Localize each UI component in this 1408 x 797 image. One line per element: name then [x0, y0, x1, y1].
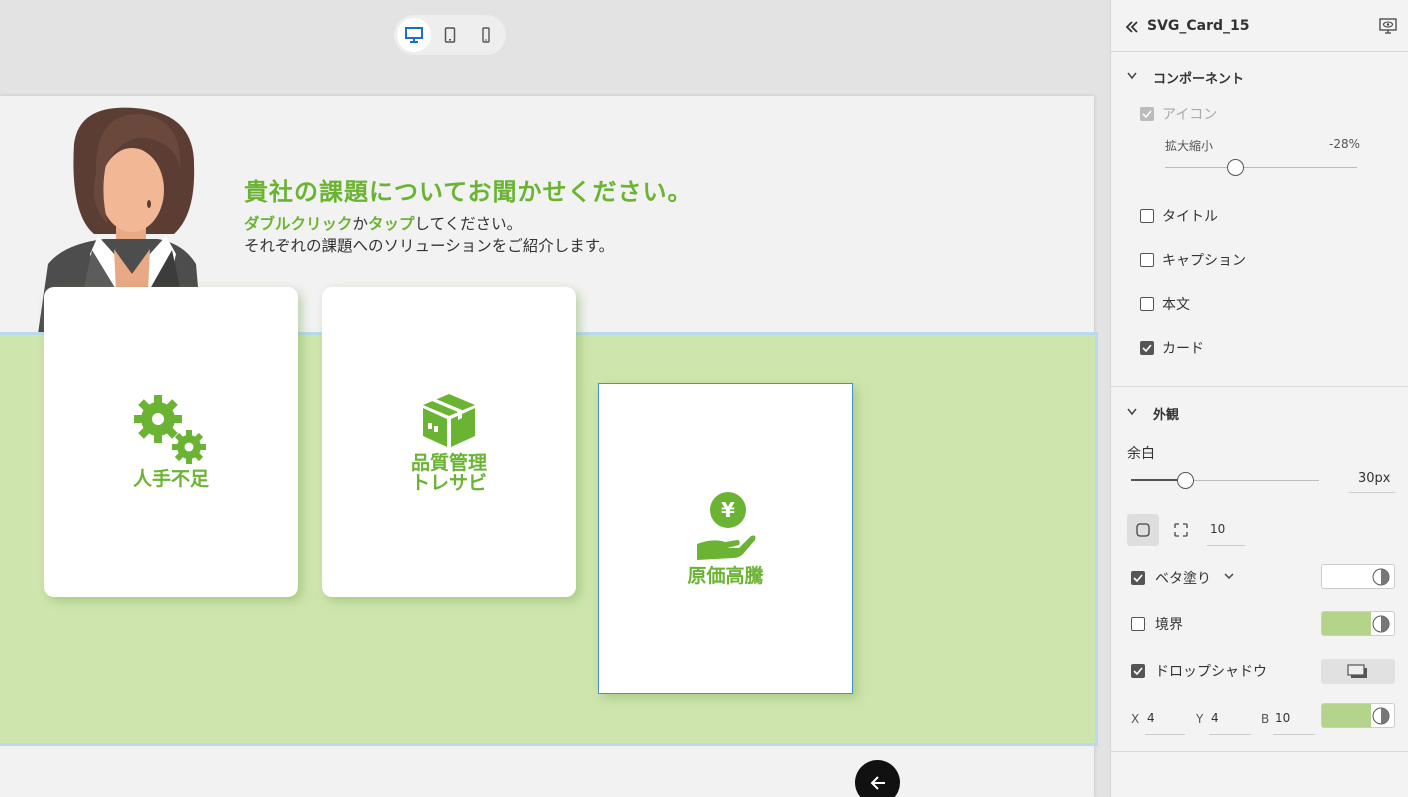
- chevron-down-icon[interactable]: [1127, 408, 1137, 416]
- double-click-text: ダブルクリック: [244, 215, 353, 233]
- icon-checkbox[interactable]: [1140, 107, 1154, 121]
- shadow-style-button[interactable]: [1321, 659, 1395, 684]
- card-label: 人手不足: [133, 469, 209, 489]
- shadow-blur-underline: [1273, 734, 1315, 735]
- border-checkbox[interactable]: [1131, 617, 1145, 631]
- card-label: 品質管理 トレサビ: [411, 453, 487, 493]
- card-label-line: トレサビ: [410, 472, 487, 494]
- shadow-y-underline: [1209, 734, 1251, 735]
- page-heading: 貴社の課題についてお聞かせください。: [244, 178, 693, 206]
- properties-panel: SVG_Card_15 コンポーネント アイコン 拡大縮小 -28% タイトル …: [1110, 0, 1408, 797]
- caption-checkbox[interactable]: [1140, 253, 1154, 267]
- card-label-line: 品質管理: [410, 452, 487, 474]
- desktop-view-button[interactable]: [397, 18, 431, 52]
- check-icon: [1142, 110, 1152, 118]
- collapse-double-chevron-icon[interactable]: [1125, 21, 1139, 33]
- desktop-icon: [405, 27, 423, 43]
- body-label: 本文: [1162, 297, 1190, 313]
- radius-underline: [1207, 545, 1245, 546]
- components-section-title[interactable]: コンポーネント: [1153, 68, 1244, 87]
- fill-label: ベタ塗り: [1155, 571, 1211, 587]
- shadow-color: [1322, 704, 1371, 727]
- margin-slider-knob[interactable]: [1177, 472, 1194, 489]
- card-label-line: 人手不足: [132, 468, 209, 490]
- mobile-view-button[interactable]: [469, 18, 503, 52]
- card-quality-traceability[interactable]: 品質管理 トレサビ: [322, 287, 576, 597]
- shadow-x-label: X: [1131, 712, 1140, 726]
- tablet-icon: [444, 27, 456, 43]
- mobile-icon: [482, 27, 490, 43]
- margin-value-underline: [1349, 492, 1395, 493]
- individual-corner-button[interactable]: [1165, 514, 1197, 546]
- or-text: か: [352, 215, 369, 233]
- shadow-blur-label: B: [1261, 712, 1270, 726]
- color-picker-icon: [1372, 568, 1390, 586]
- shadow-y-label: Y: [1196, 712, 1204, 726]
- shadow-box-icon: [1347, 663, 1367, 678]
- scale-slider-track[interactable]: [1165, 167, 1357, 168]
- scale-value: -28%: [1329, 137, 1361, 151]
- tap-text: タップ: [368, 215, 415, 233]
- arrow-left-icon: [870, 775, 885, 790]
- editor-canvas: 貴社の課題についてお聞かせください。 ダブルクリックかタップしてください。 それ…: [0, 0, 1110, 797]
- box-icon: [423, 394, 475, 447]
- shadow-y-value[interactable]: 4: [1211, 711, 1219, 725]
- border-color: [1322, 612, 1371, 635]
- tablet-view-button[interactable]: [433, 18, 467, 52]
- body-checkbox[interactable]: [1140, 297, 1154, 311]
- card-labor-shortage[interactable]: 人手不足: [44, 287, 298, 597]
- card-label: カード: [1162, 341, 1204, 357]
- shadow-x-underline: [1145, 734, 1185, 735]
- please-text: してください。: [414, 215, 523, 233]
- corners-icon: [1174, 523, 1188, 537]
- border-color-swatch[interactable]: [1321, 611, 1395, 636]
- icon-label: アイコン: [1162, 107, 1218, 123]
- scale-label: 拡大縮小: [1165, 139, 1214, 153]
- shadow-x-value[interactable]: 4: [1147, 711, 1155, 725]
- border-label: 境界: [1155, 617, 1183, 633]
- color-picker-icon: [1372, 707, 1390, 725]
- back-button[interactable]: [855, 760, 900, 797]
- appearance-section-title[interactable]: 外観: [1153, 404, 1179, 423]
- drop-shadow-checkbox[interactable]: [1131, 664, 1145, 678]
- rounded-square-icon: [1136, 523, 1150, 537]
- svg-text:¥: ¥: [721, 498, 735, 522]
- preview-icon[interactable]: [1379, 18, 1397, 35]
- card-checkbox[interactable]: [1140, 341, 1154, 355]
- margin-value[interactable]: 30px: [1358, 471, 1391, 486]
- fill-color-swatch[interactable]: [1321, 564, 1395, 589]
- shadow-blur-value[interactable]: 10: [1275, 711, 1290, 725]
- rounded-corner-button[interactable]: [1127, 514, 1159, 546]
- yen-hand-icon: ¥: [696, 491, 755, 560]
- panel-title: SVG_Card_15: [1147, 18, 1250, 34]
- chevron-down-icon[interactable]: [1127, 72, 1137, 80]
- title-label: タイトル: [1162, 209, 1218, 225]
- margin-label: 余白: [1127, 446, 1155, 462]
- card-label-line: 原価高騰: [687, 564, 764, 587]
- fill-color: [1322, 565, 1371, 588]
- scale-slider-knob[interactable]: [1227, 159, 1244, 176]
- check-icon: [1142, 344, 1152, 352]
- fill-checkbox[interactable]: [1131, 571, 1145, 585]
- corner-radius-value[interactable]: 10: [1210, 522, 1225, 536]
- drop-shadow-label: ドロップシャドウ: [1155, 664, 1267, 680]
- section-divider: [1111, 386, 1408, 387]
- check-icon: [1133, 574, 1143, 582]
- panel-header: SVG_Card_15: [1111, 0, 1408, 52]
- instruction-line-1: ダブルクリックかタップしてください。: [244, 212, 522, 234]
- caption-label: キャプション: [1162, 253, 1246, 269]
- gears-icon: [134, 395, 206, 464]
- instruction-line-2: それぞれの課題へのソリューションをご紹介します。: [244, 237, 615, 255]
- color-picker-icon: [1372, 615, 1390, 633]
- check-icon: [1133, 667, 1143, 675]
- chevron-down-icon[interactable]: [1224, 573, 1234, 580]
- title-checkbox[interactable]: [1140, 209, 1154, 223]
- shadow-color-swatch[interactable]: [1321, 703, 1395, 728]
- card-cost-rise[interactable]: ¥ 原価高騰: [598, 383, 853, 694]
- device-toggle: [394, 15, 506, 55]
- card-label: 原価高騰: [687, 566, 763, 586]
- section-divider: [1111, 751, 1408, 752]
